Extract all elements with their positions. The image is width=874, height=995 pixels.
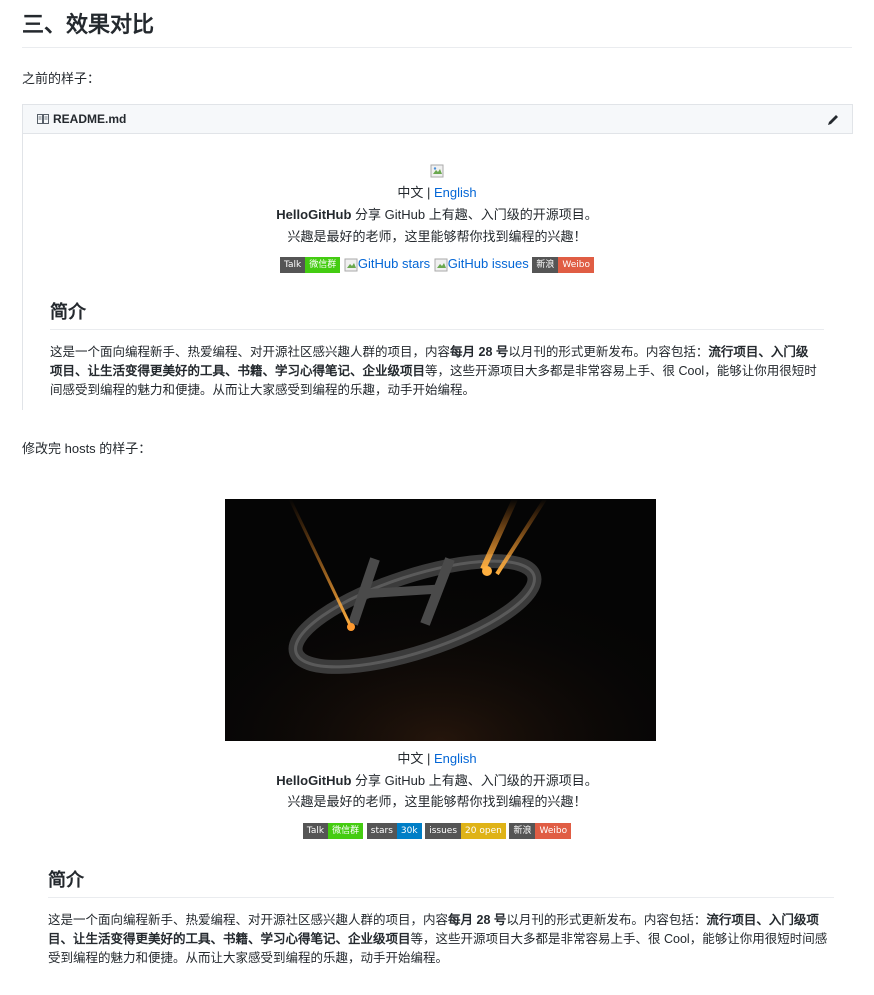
intro-title: 简介	[50, 298, 824, 330]
brand-name: HelloGitHub	[276, 773, 352, 788]
weibo-badge[interactable]: 新浪 Weibo	[532, 256, 594, 273]
lang-en-link[interactable]: English	[434, 751, 477, 766]
hellogithub-logo-graphic	[225, 499, 656, 741]
hero-logo-image	[225, 499, 656, 741]
language-switcher: 中文 | English	[0, 182, 874, 201]
broken-logo-image	[0, 162, 874, 178]
weibo-badge[interactable]: 新浪 Weibo	[509, 822, 572, 839]
lang-en-link[interactable]: English	[434, 185, 477, 200]
pencil-icon[interactable]	[826, 113, 840, 127]
tagline-after: HelloGitHub 分享 GitHub 上有趣、入门级的开源项目。	[0, 770, 874, 789]
lang-separator: |	[426, 185, 431, 200]
slogan-after: 兴趣是最好的老师，这里能够帮你找到编程的兴趣！	[287, 794, 587, 809]
issues-badge[interactable]: issues 20 open	[425, 822, 506, 839]
book-icon	[37, 114, 49, 124]
section-title: 三、效果对比	[22, 10, 852, 48]
after-badges: Talk 微信群 stars 30k issues 20 open 新浪 Weibo	[0, 822, 874, 839]
broken-image-icon	[344, 258, 358, 272]
language-switcher-after: 中文 | English	[0, 748, 874, 767]
lang-cn: 中文	[397, 751, 424, 766]
intro-text-after: 这是一个面向编程新手、热爱编程、对开源社区感兴趣人群的项目，内容每月 28 号以…	[48, 913, 828, 965]
stars-badge[interactable]: stars 30k	[366, 822, 422, 839]
brand-name: HelloGitHub	[276, 207, 352, 222]
after-label: 修改完 hosts 的样子：	[22, 441, 152, 456]
talk-badge[interactable]: Talk 微信群	[280, 256, 341, 273]
intro-text: 这是一个面向编程新手、热爱编程、对开源社区感兴趣人群的项目，内容每月 28 号以…	[50, 345, 817, 397]
before-badges: Talk 微信群 GitHub stars GitHub issues 新浪 Wei…	[0, 256, 874, 273]
tagline: HelloGitHub 分享 GitHub 上有趣、入门级的开源项目。	[0, 204, 874, 223]
talk-badge[interactable]: Talk 微信群	[302, 822, 364, 839]
github-stars-broken-link[interactable]: GitHub stars	[344, 256, 434, 272]
github-issues-broken-link[interactable]: GitHub issues	[434, 256, 533, 272]
file-header: README.md	[23, 104, 853, 134]
lang-separator: |	[426, 751, 431, 766]
tagline-text: 分享 GitHub 上有趣、入门级的开源项目。	[355, 207, 598, 222]
before-label: 之前的样子：	[22, 71, 101, 86]
file-name[interactable]: README.md	[53, 112, 126, 126]
tagline-text: 分享 GitHub 上有趣、入门级的开源项目。	[355, 773, 598, 788]
lang-cn: 中文	[397, 185, 424, 200]
intro-title-after: 简介	[48, 866, 834, 898]
broken-image-icon	[434, 258, 448, 272]
slogan: 兴趣是最好的老师，这里能够帮你找到编程的兴趣！	[287, 229, 587, 244]
broken-image-icon	[430, 164, 444, 178]
